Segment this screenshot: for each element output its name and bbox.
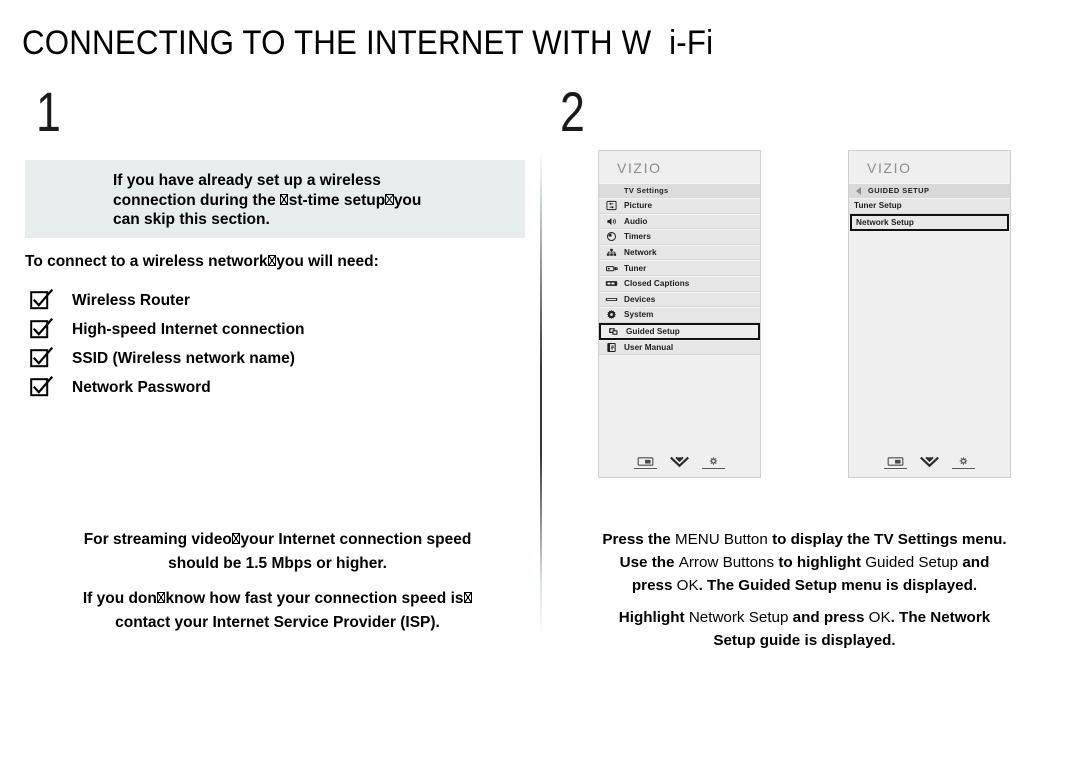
instr-text: Setup guide is displayed.	[713, 632, 896, 649]
instr-text: Use the	[619, 554, 675, 571]
missing-glyph-icon	[385, 193, 394, 205]
tv-menu-item-label: User Manual	[624, 343, 674, 353]
instr-text: . The Network	[890, 609, 991, 626]
tv-menu-list: TV Settings Picture Audio Timers Network	[599, 183, 760, 356]
list-item: High-speed Internet connection	[30, 315, 510, 344]
tv-menu-item-devices[interactable]: Devices	[599, 291, 760, 308]
missing-glyph-icon	[157, 592, 166, 604]
info-callout-box: If you have already set up a wireless con…	[25, 160, 525, 238]
right-instructions: Press the MENU Button to display the TV …	[552, 528, 1057, 652]
vizio-logo: VIZIO	[617, 160, 662, 176]
list-item-label: High-speed Internet connection	[72, 320, 305, 338]
checkbox-checked-icon	[30, 375, 56, 398]
clock-timer-icon	[603, 231, 620, 243]
checkbox-checked-icon	[30, 346, 56, 369]
instr-text: and	[962, 554, 990, 571]
tv-screen-main-menu: VIZIO TV Settings Picture Audio Timers N…	[598, 150, 761, 478]
missing-glyph-icon	[463, 592, 472, 604]
tv-menu-item-label: Closed Captions	[624, 279, 690, 289]
tv-menu-item-audio[interactable]: Audio	[599, 213, 760, 230]
tv-menu-item-label: Network	[624, 248, 657, 258]
instr-text: and press	[792, 609, 865, 626]
tv-menu-header-label: TV Settings	[624, 186, 669, 195]
picture-mode-icon[interactable]	[634, 456, 657, 469]
back-arrow-icon[interactable]	[856, 186, 861, 195]
list-item: SSID (Wireless network name)	[30, 344, 510, 373]
instr-menu-network-setup: Network Setup	[688, 609, 789, 626]
guided-setup-icon	[605, 325, 622, 337]
instruction-paragraph-1: Press the MENU Button to display the TV …	[552, 528, 1057, 597]
chevron-double-down-icon[interactable]	[920, 456, 939, 469]
list-item-label: SSID (Wireless network name)	[72, 349, 295, 367]
list-item: Wireless Router	[30, 286, 510, 315]
tv-menu-item-network-setup[interactable]: Network Setup	[850, 213, 1009, 231]
tv-menu-item-tuner-setup[interactable]: Tuner Setup	[849, 198, 1010, 214]
tv-menu-item-label: Picture	[624, 201, 653, 211]
instr-text: . The Guided Setup menu is displayed.	[698, 577, 978, 594]
tv-menu-item-label: Audio	[624, 216, 648, 226]
instr-text: to highlight	[778, 554, 861, 571]
picture-mode-icon[interactable]	[884, 456, 907, 469]
tv-menu-item-picture[interactable]: Picture	[599, 198, 760, 214]
checkbox-checked-icon	[30, 317, 56, 340]
instr-key-ok: OK	[676, 577, 699, 594]
instr-text: Press the	[602, 531, 671, 548]
missing-glyph-icon	[280, 193, 289, 205]
chevron-double-down-icon[interactable]	[670, 456, 689, 469]
tv-menu-item-label: Guided Setup	[626, 326, 680, 336]
missing-glyph-icon	[267, 255, 276, 267]
footnote-paragraph-2: If you don know how fast your connection …	[25, 587, 530, 635]
gear-system-icon	[603, 309, 620, 321]
instr-key-ok: OK	[868, 609, 891, 626]
list-item-label: Network Password	[72, 378, 211, 396]
devices-icon	[603, 293, 620, 305]
instr-menu-guided-setup: Guided Setup	[865, 554, 959, 571]
tv-footer-bar-1	[599, 456, 760, 469]
tv-footer-bar-2	[849, 456, 1010, 469]
tv-menu-item-user-manual[interactable]: User Manual	[599, 339, 760, 356]
instr-text: press	[631, 577, 673, 594]
tv-menu-list: GUIDED SETUP Tuner Setup Network Setup	[849, 183, 1010, 231]
left-column: If you have already set up a wireless con…	[0, 0, 540, 761]
footnote-paragraph-1: For streaming video your Internet connect…	[83, 531, 472, 572]
tv-menu-item-tuner[interactable]: Tuner	[599, 260, 760, 276]
list-item: Network Password	[30, 373, 510, 402]
missing-glyph-icon	[232, 533, 241, 545]
requirements-checklist: Wireless Router High-speed Internet conn…	[30, 286, 510, 402]
instr-text: Highlight	[618, 609, 685, 626]
audio-speaker-icon	[603, 215, 620, 227]
instr-text: to display the TV Settings menu.	[772, 531, 1007, 548]
tv-menu-item-label: Tuner Setup	[854, 201, 902, 211]
tv-menu-item-system[interactable]: System	[599, 307, 760, 323]
network-icon	[603, 247, 620, 259]
tv-menu-item-label: Tuner	[624, 263, 647, 273]
instr-key-arrows: Arrow Buttons	[678, 554, 775, 571]
tv-menu-item-guided-setup[interactable]: Guided Setup	[599, 322, 760, 340]
instr-key-menu: MENU Button	[674, 531, 768, 548]
checkbox-checked-icon	[30, 288, 56, 311]
tv-menu-header: TV Settings	[599, 183, 760, 198]
left-footnote: For streaming video your Internet connect…	[25, 528, 530, 635]
vizio-logo: VIZIO	[867, 160, 912, 176]
list-item-label: Wireless Router	[72, 291, 190, 309]
tv-menu-item-label: Devices	[624, 294, 656, 304]
user-manual-icon	[603, 342, 620, 354]
requirements-lead-text: To connect to a wireless network you will…	[25, 253, 379, 270]
tv-menu-item-timers[interactable]: Timers	[599, 229, 760, 245]
closed-captions-icon	[603, 278, 620, 290]
tv-menu-item-label: System	[624, 310, 654, 320]
info-callout-text: If you have already set up a wireless con…	[113, 172, 422, 228]
tv-menu-item-closed-captions[interactable]: Closed Captions	[599, 275, 760, 292]
tv-menu-item-network[interactable]: Network	[599, 244, 760, 261]
picture-icon	[603, 200, 620, 212]
tuner-icon	[603, 262, 620, 274]
brightness-gear-icon[interactable]	[952, 456, 975, 469]
brightness-gear-icon[interactable]	[702, 456, 725, 469]
tv-menu-header-label: GUIDED SETUP	[868, 186, 930, 195]
tv-menu-item-label: Network Setup	[856, 217, 914, 227]
tv-menu-item-label: Timers	[624, 232, 652, 242]
tv-screen-guided-setup: VIZIO GUIDED SETUP Tuner Setup Network S…	[848, 150, 1011, 478]
tv-menu-header-guided-setup[interactable]: GUIDED SETUP	[849, 183, 1010, 198]
instruction-paragraph-2: Highlight Network Setup and press OK. Th…	[552, 606, 1057, 652]
